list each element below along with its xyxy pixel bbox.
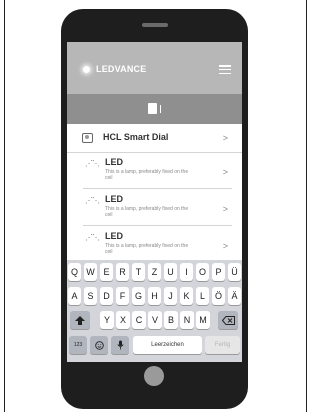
chevron-right-icon: > <box>222 167 228 177</box>
lamp-icon: ⋰⋱ <box>85 233 100 242</box>
key-f[interactable]: F <box>116 287 129 305</box>
app-screen: LEDVANCE HCL Smart Dial > ⋰⋱ LED This is… <box>67 42 242 362</box>
phone-speaker <box>142 23 168 27</box>
key-g[interactable]: G <box>132 287 145 305</box>
device-item-hcl-smart-dial[interactable]: HCL Smart Dial > <box>67 124 242 153</box>
device-item-led[interactable]: ⋰⋱ LED This is a lamp, preferably fixed … <box>67 227 242 263</box>
shift-icon <box>75 315 85 325</box>
key-k[interactable]: K <box>180 287 193 305</box>
key-b[interactable]: B <box>164 311 178 329</box>
device-description: This is a lamp, preferably fixed on the … <box>105 169 189 181</box>
brand-glow-icon <box>83 65 90 73</box>
key-ae[interactable]: Ä <box>228 287 241 305</box>
key-o[interactable]: O <box>196 263 209 281</box>
device-title: LED <box>105 194 123 204</box>
shift-key[interactable] <box>70 311 90 329</box>
home-button[interactable] <box>144 366 164 386</box>
device-title: LED <box>105 157 123 167</box>
key-h[interactable]: H <box>148 287 161 305</box>
key-v[interactable]: V <box>148 311 162 329</box>
onscreen-keyboard: Q W E R T Z U I O P Ü A S D F G H J K L … <box>67 260 242 362</box>
brand-logo: LEDVANCE <box>83 64 146 74</box>
key-z[interactable]: Z <box>148 263 161 281</box>
backspace-key[interactable] <box>218 311 238 329</box>
keyboard-row-3: Y X C V B N M <box>67 311 242 330</box>
chevron-right-icon: > <box>222 133 228 143</box>
light-toggle-icon[interactable] <box>148 103 162 114</box>
key-l[interactable]: L <box>196 287 209 305</box>
keyboard-row-1: Q W E R T Z U I O P Ü <box>67 263 242 282</box>
key-r[interactable]: R <box>116 263 129 281</box>
hamburger-menu-icon[interactable] <box>219 65 231 74</box>
emoji-icon <box>94 340 104 350</box>
key-p[interactable]: P <box>212 263 225 281</box>
sub-header-bar <box>67 94 242 124</box>
lamp-icon: ⋰⋱ <box>85 196 100 205</box>
keyboard-row-2: A S D F G H J K L Ö Ä <box>67 287 242 306</box>
chevron-right-icon: > <box>222 241 228 251</box>
dial-icon <box>82 133 93 143</box>
phone-frame: LEDVANCE HCL Smart Dial > ⋰⋱ LED This is… <box>61 9 248 409</box>
key-u[interactable]: U <box>164 263 177 281</box>
app-header: LEDVANCE <box>67 42 242 94</box>
key-s[interactable]: S <box>84 287 97 305</box>
key-a[interactable]: A <box>68 287 81 305</box>
key-ue[interactable]: Ü <box>228 263 241 281</box>
chevron-right-icon: > <box>222 204 228 214</box>
key-y[interactable]: Y <box>100 311 114 329</box>
key-c[interactable]: C <box>132 311 146 329</box>
key-d[interactable]: D <box>100 287 113 305</box>
key-m[interactable]: M <box>196 311 210 329</box>
key-q[interactable]: Q <box>68 263 81 281</box>
key-x[interactable]: X <box>116 311 130 329</box>
key-i[interactable]: I <box>180 263 193 281</box>
numbers-key[interactable]: 123 <box>69 336 87 354</box>
emoji-key[interactable] <box>90 336 108 354</box>
key-n[interactable]: N <box>180 311 194 329</box>
backspace-icon <box>221 315 235 325</box>
microphone-key[interactable] <box>111 336 129 354</box>
keyboard-row-4: 123 Leerzeichen Fertig <box>67 336 242 355</box>
microphone-icon <box>116 340 124 350</box>
device-label: HCL Smart Dial <box>103 132 169 142</box>
key-e[interactable]: E <box>100 263 113 281</box>
key-j[interactable]: J <box>164 287 177 305</box>
device-description: This is a lamp, preferably fixed on the … <box>105 243 189 255</box>
space-key[interactable]: Leerzeichen <box>133 336 202 354</box>
device-description: This is a lamp, preferably fixed on the … <box>105 206 189 218</box>
divider <box>83 188 232 189</box>
key-w[interactable]: W <box>84 263 97 281</box>
device-item-led[interactable]: ⋰⋱ LED This is a lamp, preferably fixed … <box>67 190 242 226</box>
device-item-led[interactable]: ⋰⋱ LED This is a lamp, preferably fixed … <box>67 153 242 189</box>
divider <box>83 225 232 226</box>
lamp-icon: ⋰⋱ <box>85 159 100 168</box>
done-key[interactable]: Fertig <box>205 336 240 354</box>
key-oe[interactable]: Ö <box>212 287 225 305</box>
device-title: LED <box>105 231 123 241</box>
brand-name: LEDVANCE <box>96 64 147 74</box>
key-t[interactable]: T <box>132 263 145 281</box>
